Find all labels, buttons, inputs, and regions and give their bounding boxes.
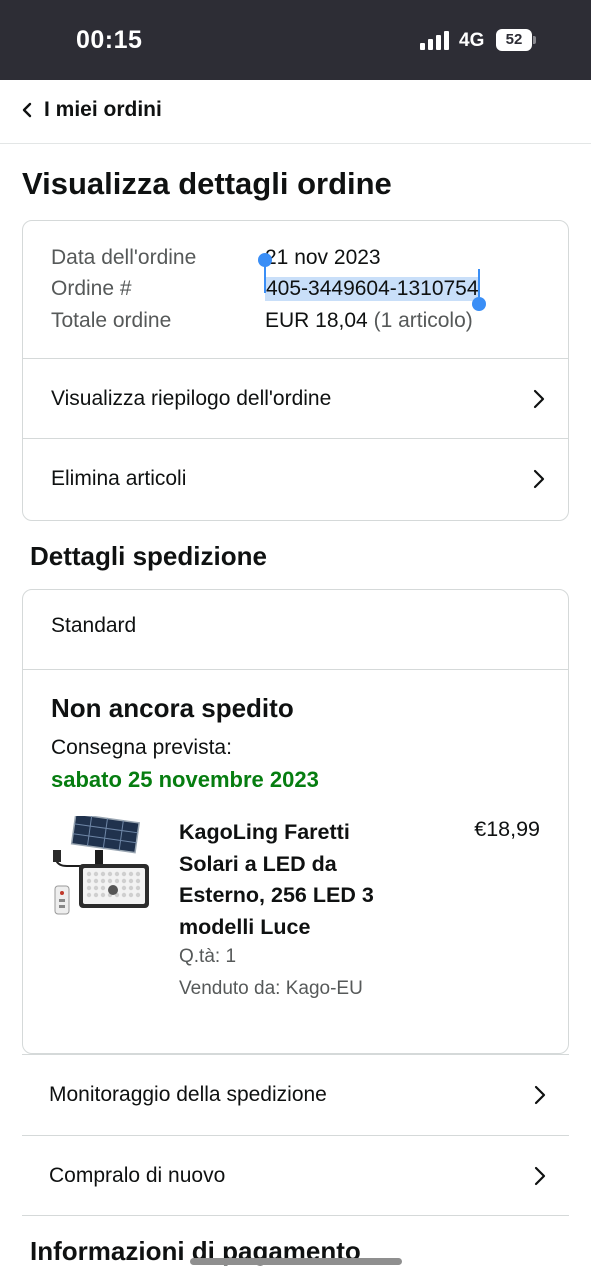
order-summary: Data dell'ordine 21 nov 2023 Ordine # 40… bbox=[23, 221, 568, 359]
shipping-card: Standard Non ancora spedito Consegna pre… bbox=[22, 589, 569, 1054]
home-indicator[interactable] bbox=[190, 1258, 402, 1265]
product-quantity: Q.tà: 1 bbox=[179, 946, 237, 967]
status-time: 00:15 bbox=[76, 26, 143, 54]
order-total-items: (1 articolo) bbox=[373, 309, 473, 332]
chevron-right-icon bbox=[533, 389, 545, 408]
remove-items-label: Elimina articoli bbox=[51, 467, 187, 490]
buy-again-label: Compralo di nuovo bbox=[49, 1163, 226, 1187]
order-total-row: Totale ordine EUR 18,04 (1 articolo) bbox=[51, 309, 473, 333]
remove-items-link[interactable]: Elimina articoli bbox=[23, 439, 568, 519]
view-order-summary-label: Visualizza riepilogo dell'ordine bbox=[51, 386, 332, 410]
shipping-details-title: Dettagli spedizione bbox=[30, 541, 267, 571]
product-name-link[interactable]: KagoLing Faretti Solari a LED da Esterno… bbox=[179, 817, 409, 943]
back-button[interactable]: I miei ordini bbox=[20, 98, 162, 122]
shipping-method: Standard bbox=[23, 590, 568, 670]
order-date-row: Data dell'ordine 21 nov 2023 bbox=[51, 246, 381, 270]
order-number-label: Ordine # bbox=[51, 277, 132, 300]
battery-level: 52 bbox=[496, 29, 532, 51]
battery-icon: 52 bbox=[496, 29, 536, 51]
selection-start-handle[interactable] bbox=[258, 253, 272, 293]
product-seller: Venduto da: Kago-EU bbox=[179, 978, 363, 999]
chevron-right-icon bbox=[533, 469, 545, 489]
order-total-amount: EUR 18,04 bbox=[265, 309, 368, 332]
order-total-label: Totale ordine bbox=[51, 309, 172, 332]
page-title: Visualizza dettagli ordine bbox=[22, 166, 392, 201]
order-total-value: EUR 18,04 (1 articolo) bbox=[265, 309, 473, 333]
product-image[interactable] bbox=[51, 816, 155, 920]
delivery-estimate-label: Consegna prevista: bbox=[51, 736, 232, 759]
order-date-label: Data dell'ordine bbox=[51, 246, 197, 269]
order-number-text: 405-3449604-1310754 bbox=[266, 277, 479, 300]
track-shipment-link[interactable]: Monitoraggio della spedizione bbox=[22, 1054, 569, 1135]
order-date-value: 21 nov 2023 bbox=[265, 246, 381, 269]
shipment-actions-list: Monitoraggio della spedizione Compralo d… bbox=[22, 1054, 569, 1216]
shipment-status: Non ancora spedito bbox=[51, 693, 294, 723]
buy-again-link[interactable]: Compralo di nuovo bbox=[22, 1135, 569, 1216]
status-bar: 00:15 4G 52 bbox=[0, 0, 591, 80]
top-nav: I miei ordini bbox=[0, 80, 591, 144]
chevron-right-icon bbox=[534, 1166, 546, 1185]
product-price: €18,99 bbox=[474, 817, 540, 841]
network-type: 4G bbox=[459, 30, 485, 51]
track-shipment-label: Monitoraggio della spedizione bbox=[49, 1083, 327, 1106]
delivery-estimate-date: sabato 25 novembre 2023 bbox=[51, 767, 319, 792]
cellular-signal-icon bbox=[420, 30, 452, 50]
selection-end-handle[interactable] bbox=[471, 269, 486, 311]
chevron-left-icon bbox=[22, 102, 32, 118]
order-summary-card: Data dell'ordine 21 nov 2023 Ordine # 40… bbox=[22, 220, 569, 521]
back-label: I miei ordini bbox=[44, 98, 162, 121]
order-number-row: Ordine # 405-3449604-1310754 bbox=[51, 253, 486, 311]
order-number-value[interactable]: 405-3449604-1310754 bbox=[258, 253, 486, 311]
chevron-right-icon bbox=[534, 1085, 546, 1105]
view-order-summary-link[interactable]: Visualizza riepilogo dell'ordine bbox=[23, 359, 568, 439]
